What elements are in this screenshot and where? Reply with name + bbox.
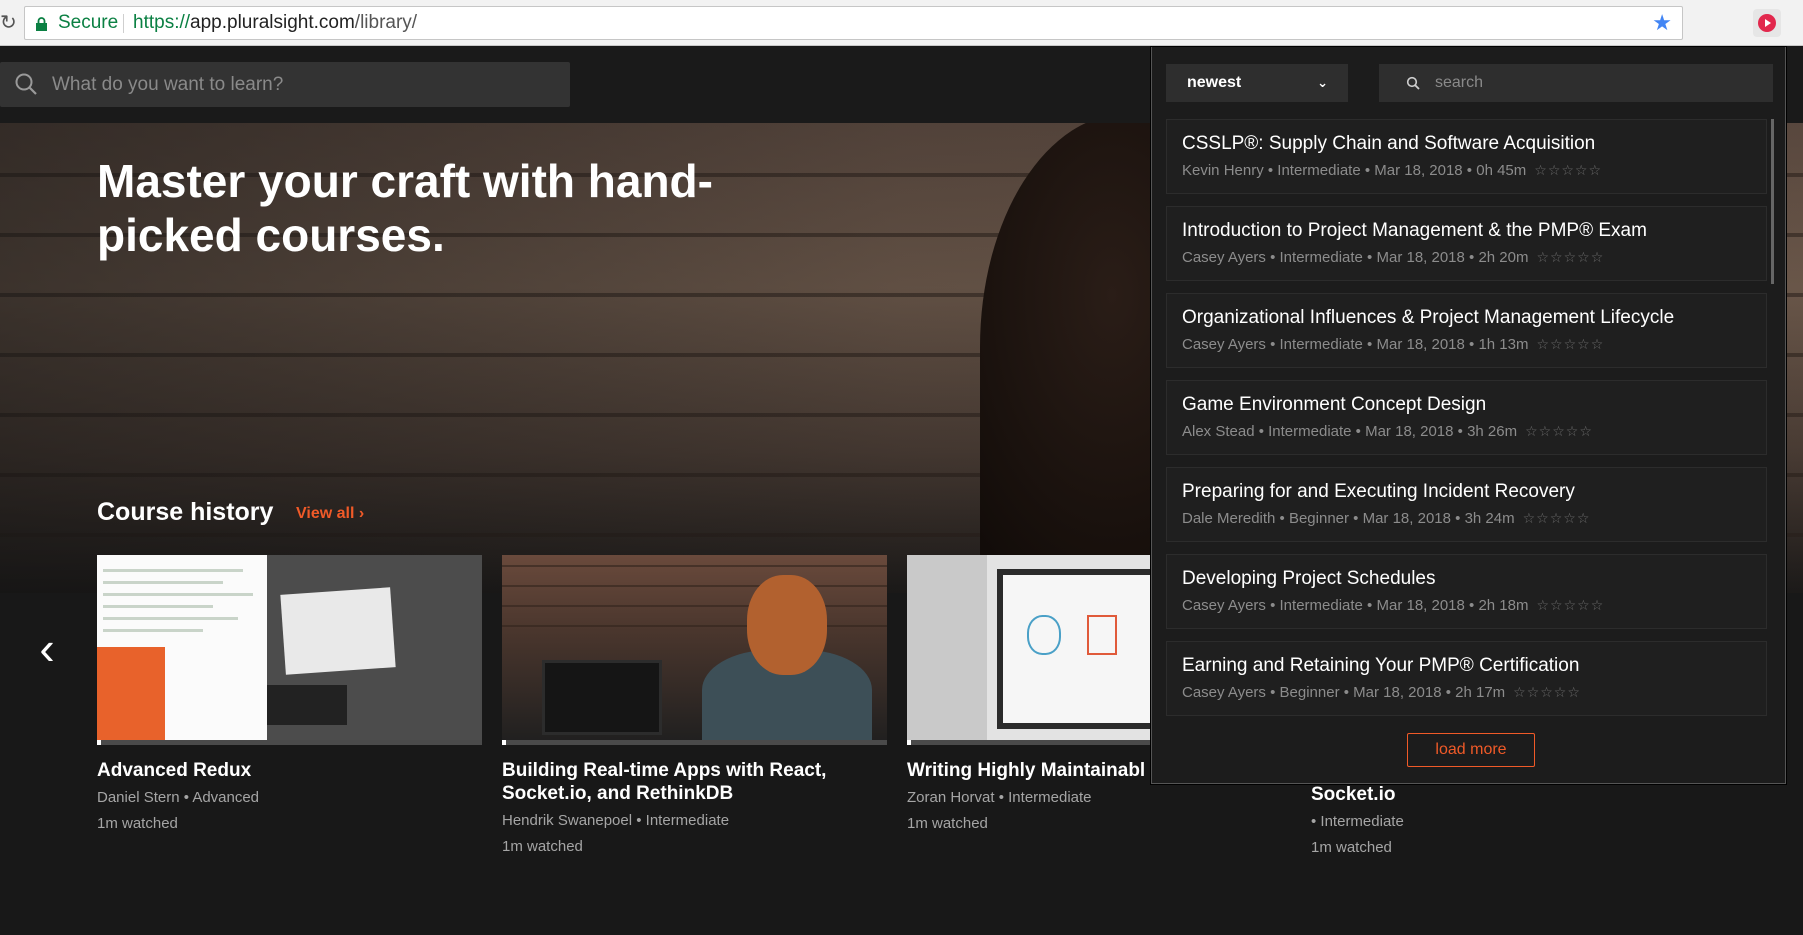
- list-item-title[interactable]: CSSLP®: Supply Chain and Software Acquis…: [1182, 133, 1766, 155]
- list-item-meta: Alex Stead • Intermediate • Mar 18, 2018…: [1182, 422, 1593, 440]
- thumbnail-summary-tag: [97, 647, 165, 745]
- search-icon: [15, 73, 37, 95]
- list-item-meta: Kevin Henry • Intermediate • Mar 18, 201…: [1182, 161, 1603, 179]
- course-thumbnail[interactable]: [97, 555, 482, 745]
- secure-label: Secure: [58, 12, 119, 33]
- browser-toolbar: ↻ Secure https://app.pluralsight.com/lib…: [0, 0, 1803, 46]
- list-item-title[interactable]: Game Environment Concept Design: [1182, 394, 1766, 416]
- extension-popup: newest ⌄ CSSLP®: Supply Chain and Softwa…: [1151, 47, 1786, 784]
- course-history-heading: Course history: [97, 498, 274, 526]
- thumbnail-keyboard: [267, 685, 347, 725]
- progress-track: [502, 740, 887, 745]
- list-item[interactable]: Introduction to Project Management & the…: [1166, 206, 1767, 281]
- rating-stars-icon[interactable]: ☆☆☆☆☆: [1537, 335, 1605, 353]
- omnibox-divider: [123, 14, 124, 33]
- thumbnail-person-head: [747, 575, 827, 675]
- rating-stars-icon[interactable]: ☆☆☆☆☆: [1513, 683, 1581, 701]
- progress-bar: [907, 740, 911, 745]
- url-text[interactable]: https://app.pluralsight.com/library/: [133, 7, 417, 39]
- course-author: Daniel Stern: [97, 789, 180, 806]
- list-item-title[interactable]: Organizational Influences & Project Mana…: [1182, 307, 1766, 329]
- course-watched: 1m watched: [502, 838, 583, 855]
- reload-icon[interactable]: ↻: [0, 10, 17, 36]
- url-host: app.pluralsight.com: [190, 12, 355, 33]
- progress-bar: [502, 740, 506, 745]
- rating-stars-icon[interactable]: ☆☆☆☆☆: [1523, 509, 1591, 527]
- list-item-meta: Dale Meredith • Beginner • Mar 18, 2018 …: [1182, 509, 1591, 527]
- thumbnail-brick-wall: [502, 555, 887, 645]
- rating-stars-icon[interactable]: ☆☆☆☆☆: [1534, 161, 1602, 179]
- hero-title: Master your craft with hand-picked cours…: [97, 155, 713, 261]
- rating-stars-icon[interactable]: ☆☆☆☆☆: [1537, 596, 1605, 614]
- course-thumbnail[interactable]: [502, 555, 887, 745]
- list-item-meta: Casey Ayers • Intermediate • Mar 18, 201…: [1182, 248, 1605, 266]
- thumbnail-book: [280, 587, 396, 675]
- list-item[interactable]: Game Environment Concept Design Alex Ste…: [1166, 380, 1767, 455]
- search-input[interactable]: [52, 62, 552, 107]
- sort-value: newest: [1187, 74, 1242, 91]
- view-all-link[interactable]: View all ›: [296, 505, 364, 523]
- carousel-prev-chevron-icon[interactable]: ‹: [30, 620, 64, 676]
- course-title[interactable]: Building Real-time Apps with React, Sock…: [502, 759, 887, 805]
- extension-logo-icon: [1758, 14, 1776, 32]
- course-card-2[interactable]: Building Real-time Apps with React, Sock…: [502, 555, 887, 857]
- course-meta: Daniel Stern • Advanced: [97, 789, 260, 806]
- list-item[interactable]: Developing Project Schedules Casey Ayers…: [1166, 554, 1767, 629]
- course-author: Zoran Horvat: [907, 789, 995, 806]
- thumbnail-monitor: [997, 569, 1167, 729]
- course-watched: 1m watched: [97, 815, 178, 832]
- list-item-title[interactable]: Developing Project Schedules: [1182, 568, 1766, 590]
- course-watched: 1m watched: [907, 815, 988, 832]
- list-item-title[interactable]: Preparing for and Executing Incident Rec…: [1182, 481, 1766, 503]
- puzzle-icon: [1087, 615, 1117, 655]
- lock-icon: [36, 17, 47, 31]
- library-search[interactable]: [0, 62, 570, 107]
- course-level: Advanced: [192, 789, 260, 806]
- course-title[interactable]: Socket.io: [1311, 783, 1611, 806]
- course-author: Hendrik Swanepoel: [502, 812, 633, 829]
- load-more-button[interactable]: load more: [1407, 733, 1535, 767]
- course-card-1[interactable]: Advanced Redux Daniel Stern • Advanced 1…: [97, 555, 482, 834]
- thumbnail-wall: [907, 555, 987, 745]
- bug-icon: [1027, 615, 1061, 655]
- rating-stars-icon[interactable]: ☆☆☆☆☆: [1525, 422, 1593, 440]
- course-card-4[interactable]: Socket.io • Intermediate 1m watched: [1311, 783, 1611, 858]
- thumbnail-laptop: [542, 660, 662, 735]
- course-list[interactable]: CSSLP®: Supply Chain and Software Acquis…: [1166, 119, 1767, 716]
- popup-search[interactable]: [1379, 64, 1773, 102]
- list-item-meta: Casey Ayers • Intermediate • Mar 18, 201…: [1182, 335, 1605, 353]
- bookmark-star-icon[interactable]: ★: [1652, 7, 1672, 39]
- extension-icon[interactable]: [1753, 9, 1781, 37]
- course-meta: Zoran Horvat • Intermediate: [907, 789, 1092, 806]
- list-item-title[interactable]: Introduction to Project Management & the…: [1182, 220, 1766, 242]
- course-title[interactable]: Advanced Redux: [97, 759, 482, 782]
- chevron-down-icon: ⌄: [1317, 75, 1328, 90]
- course-level: Intermediate: [645, 812, 730, 829]
- list-item[interactable]: Organizational Influences & Project Mana…: [1166, 293, 1767, 368]
- popup-search-input[interactable]: [1435, 64, 1755, 102]
- list-item[interactable]: CSSLP®: Supply Chain and Software Acquis…: [1166, 119, 1767, 194]
- url-path: /library/: [354, 12, 418, 33]
- course-watched: 1m watched: [1311, 839, 1392, 856]
- course-level: • Intermediate: [1311, 813, 1404, 830]
- list-item-title[interactable]: Earning and Retaining Your PMP® Certific…: [1182, 655, 1766, 677]
- rating-stars-icon[interactable]: ☆☆☆☆☆: [1537, 248, 1605, 266]
- list-scrollbar[interactable]: [1771, 119, 1774, 284]
- course-meta: Hendrik Swanepoel • Intermediate: [502, 812, 730, 829]
- search-icon: [1406, 76, 1420, 90]
- course-level: Intermediate: [1008, 789, 1092, 806]
- address-bar[interactable]: Secure https://app.pluralsight.com/libra…: [24, 6, 1683, 40]
- sort-dropdown[interactable]: newest ⌄: [1166, 64, 1348, 102]
- progress-bar: [97, 740, 101, 745]
- list-item[interactable]: Preparing for and Executing Incident Rec…: [1166, 467, 1767, 542]
- list-item-meta: Casey Ayers • Beginner • Mar 18, 2018 • …: [1182, 683, 1581, 701]
- progress-track: [97, 740, 482, 745]
- list-item-meta: Casey Ayers • Intermediate • Mar 18, 201…: [1182, 596, 1605, 614]
- list-item[interactable]: Earning and Retaining Your PMP® Certific…: [1166, 641, 1767, 716]
- url-scheme: https://: [133, 12, 191, 33]
